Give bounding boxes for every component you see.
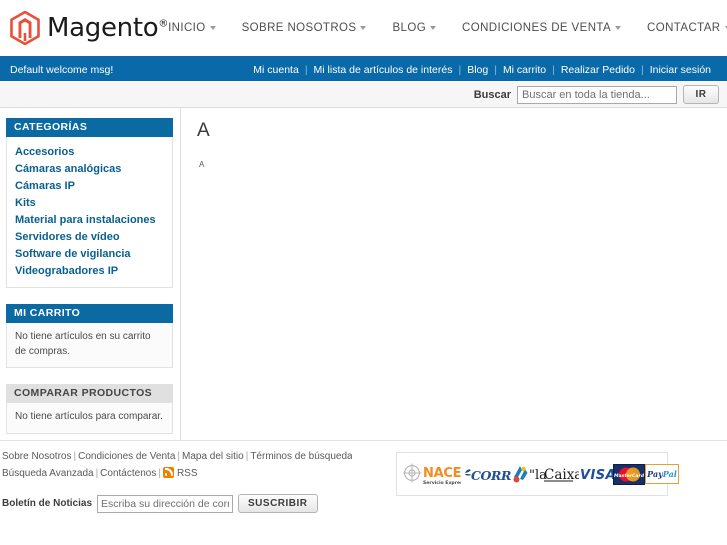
- sidebar-item-videograbadores-ip[interactable]: Videograbadores IP: [15, 262, 164, 279]
- nav-label: CONTACTAR: [647, 22, 721, 34]
- link-realizar-pedido[interactable]: Realizar Pedido: [555, 64, 641, 76]
- footer-link-terminos-de-busqueda[interactable]: Términos de búsqueda: [250, 451, 352, 462]
- compare-empty-message: No tiene artículos para comparar.: [15, 411, 163, 422]
- chevron-down-icon: [615, 26, 622, 30]
- footer-link-mapa-del-sitio[interactable]: Mapa del sitio: [182, 451, 244, 462]
- footer-link-rss[interactable]: RSS: [177, 468, 198, 479]
- account-links: Mi cuenta | Mi lista de artículos de int…: [247, 64, 717, 76]
- svg-text:Servicio Express: Servicio Express: [423, 480, 461, 486]
- sidebar-item-kits[interactable]: Kits: [15, 194, 164, 211]
- categories-title: CATEGORÍAS: [6, 118, 173, 137]
- link-mi-cuenta[interactable]: Mi cuenta: [247, 64, 305, 76]
- cart-body: No tiene artículos en su carrito de comp…: [6, 323, 173, 368]
- logo-wordmark: Magento®: [47, 13, 169, 43]
- footer-separator: |: [158, 467, 161, 479]
- logo-nacex: NACEX Servicio Express: [403, 461, 461, 487]
- sidebar-item-accesorios[interactable]: Accesorios: [15, 143, 164, 160]
- svg-text:MasterCard: MasterCard: [614, 473, 645, 479]
- footer-link-condiciones-de-venta[interactable]: Condiciones de Venta: [78, 451, 175, 462]
- nacex-logo-icon: NACEX Servicio Express: [403, 463, 461, 486]
- footer-separator: |: [177, 451, 180, 462]
- magento-hexagon-logo-icon: [10, 11, 40, 45]
- svg-text:NACEX: NACEX: [423, 466, 461, 481]
- main-navigation: INICIO SOBRE NOSOTROS BLOG CONDICIONES D…: [168, 22, 727, 34]
- footer-links-row-2: Búsqueda Avanzada | Contáctenos | RSS: [2, 466, 352, 483]
- search-label: Buscar: [473, 88, 511, 101]
- sidebar-item-material-para-instalaciones[interactable]: Material para instalaciones: [15, 211, 164, 228]
- nav-label: SOBRE NOSOTROS: [241, 22, 357, 34]
- svg-text:VISA: VISA: [580, 468, 613, 483]
- search-input[interactable]: [517, 85, 677, 104]
- visa-logo-icon: VISA: [580, 468, 613, 483]
- nav-item-inicio[interactable]: INICIO: [168, 22, 216, 34]
- link-iniciar-sesion[interactable]: Iniciar sesión: [644, 64, 717, 76]
- content-subtext: A: [199, 160, 205, 169]
- link-mi-carrito[interactable]: Mi carrito: [497, 64, 552, 76]
- footer-links-row-1: Sobre Nosotros | Condiciones de Venta | Mapa…: [2, 449, 352, 466]
- link-mi-lista-de-articulos[interactable]: Mi lista de artículos de interés: [308, 64, 459, 76]
- categories-list: Accesorios Cámaras analógicas Cámaras IP…: [6, 137, 173, 288]
- newsletter-label: Boletín de Noticias: [2, 498, 93, 509]
- sidebar-item-camaras-ip[interactable]: Cámaras IP: [15, 177, 164, 194]
- nav-item-condiciones-de-venta[interactable]: CONDICIONES DE VENTA: [462, 22, 622, 34]
- cart-empty-message: No tiene artículos en su carrito de comp…: [15, 331, 151, 357]
- nav-label: BLOG: [392, 22, 427, 34]
- page-root: Magento® INICIO SOBRE NOSOTROS BLOG COND…: [0, 0, 727, 545]
- sidebar-item-servidores-de-video[interactable]: Servidores de vídeo: [15, 228, 164, 245]
- payment-and-shipping-logos: NACEX Servicio Express CORREOS: [396, 452, 679, 496]
- sidebar-item-software-de-vigilancia[interactable]: Software de vigilancia: [15, 245, 164, 262]
- footer-left: Sobre Nosotros | Condiciones de Venta | Mapa…: [0, 449, 352, 545]
- chevron-down-icon: [209, 26, 216, 30]
- link-blog[interactable]: Blog: [461, 64, 494, 76]
- nav-item-blog[interactable]: BLOG: [392, 22, 437, 34]
- newsletter-subscribe-button[interactable]: SUSCRIBIR: [238, 494, 318, 513]
- footer-right: NACEX Servicio Express CORREOS: [352, 449, 727, 545]
- logo-correos: CORREOS: [461, 463, 511, 485]
- footer-link-sobre-nosotros[interactable]: Sobre Nosotros: [2, 451, 71, 462]
- nav-item-sobre-nosotros[interactable]: SOBRE NOSOTROS: [242, 22, 367, 34]
- page-title: A: [197, 120, 210, 141]
- svg-text:CORREOS: CORREOS: [471, 468, 511, 483]
- site-logo[interactable]: Magento®: [10, 11, 168, 45]
- footer-link-contactenos[interactable]: Contáctenos: [100, 468, 156, 479]
- nav-label: CONDICIONES DE VENTA: [462, 22, 612, 34]
- welcome-message: Default welcome msg!: [10, 63, 114, 76]
- block-categories: CATEGORÍAS Accesorios Cámaras analógicas…: [6, 118, 173, 288]
- nav-label: INICIO: [168, 22, 206, 34]
- search-bar: Buscar IR: [0, 82, 727, 108]
- logo-paypal: PayPal: [645, 464, 679, 484]
- correos-logo-icon: CORREOS: [464, 468, 511, 483]
- logo-la-caixa: "la Caixa": [511, 463, 579, 485]
- site-footer: Sobre Nosotros | Condiciones de Venta | Mapa…: [0, 440, 727, 545]
- block-cart: MI CARRITO No tiene artículos en su carr…: [6, 304, 173, 368]
- newsletter-email-input[interactable]: [97, 494, 234, 513]
- logo-visa: VISA: [579, 465, 613, 483]
- page-body: CATEGORÍAS Accesorios Cámaras analógicas…: [0, 108, 727, 440]
- logo-mastercard: MasterCard: [613, 463, 645, 485]
- search-submit-button[interactable]: IR: [683, 85, 719, 104]
- rss-feed-icon: [162, 466, 174, 478]
- site-header: Magento® INICIO SOBRE NOSOTROS BLOG COND…: [0, 0, 727, 58]
- newsletter-form: Boletín de Noticias SUSCRIBIR: [2, 494, 352, 513]
- chevron-down-icon: [360, 26, 367, 30]
- block-compare-products: COMPARAR PRODUCTOS No tiene artículos pa…: [6, 384, 173, 434]
- sidebar-item-camaras-analogicas[interactable]: Cámaras analógicas: [15, 160, 164, 177]
- welcome-bar: Default welcome msg! Mi cuenta | Mi list…: [0, 58, 727, 82]
- chevron-down-icon: [430, 26, 437, 30]
- sidebar: CATEGORÍAS Accesorios Cámaras analógicas…: [0, 108, 180, 450]
- main-content: A A: [180, 108, 727, 440]
- compare-body: No tiene artículos para comparar.: [6, 403, 173, 434]
- paypal-logo-icon: PayPal: [645, 464, 679, 484]
- compare-title: COMPARAR PRODUCTOS: [6, 384, 173, 403]
- footer-link-busqueda-avanzada[interactable]: Búsqueda Avanzada: [2, 468, 94, 479]
- cart-title: MI CARRITO: [6, 304, 173, 323]
- mastercard-logo-icon: MasterCard: [613, 463, 645, 485]
- svg-text:PayPal: PayPal: [646, 469, 677, 479]
- la-caixa-logo-icon: "la Caixa": [513, 466, 579, 483]
- nav-item-contactar[interactable]: CONTACTAR: [647, 22, 727, 34]
